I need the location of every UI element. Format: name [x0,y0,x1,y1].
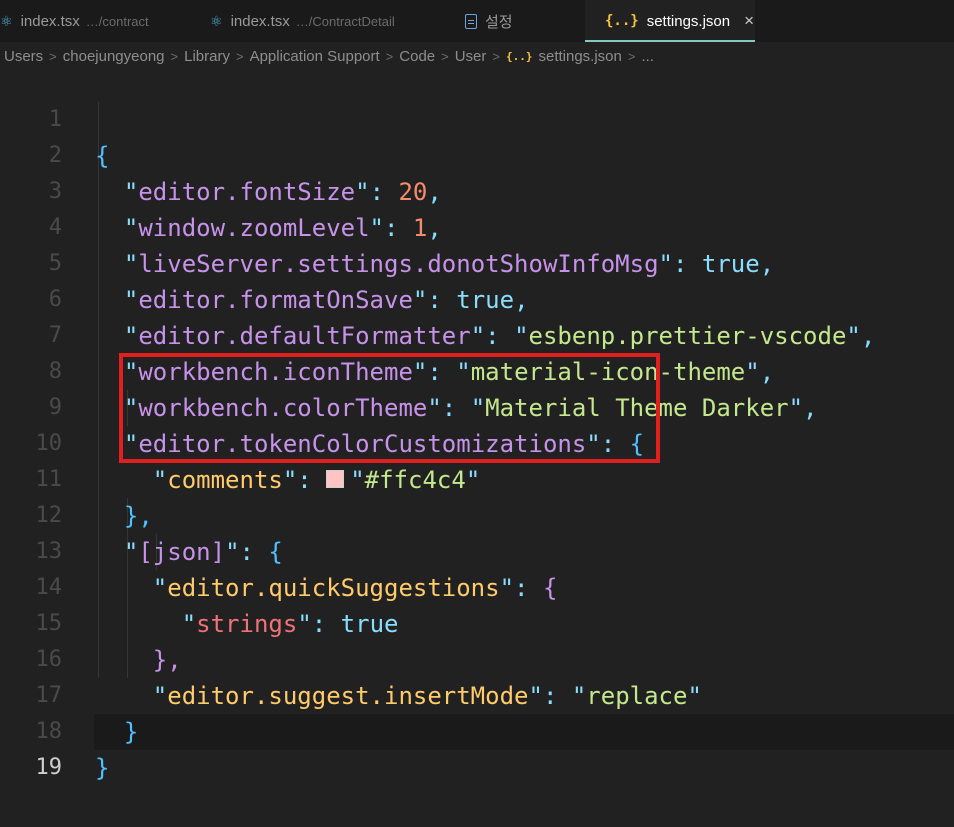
chevron-right-icon: > [170,48,179,64]
tab-label: index.tsx [20,12,80,30]
code-line: 5 "editor.formatOnSave": true, [0,210,954,314]
tab-description: …/contract [85,13,149,29]
breadcrumb-item[interactable]: choejungyeong [63,48,165,65]
tab-settings-ui[interactable]: 설정 [440,0,585,42]
tab-label: settings.json [646,12,731,30]
tab-description: …/ContractDetail [295,13,395,29]
breadcrumb-item[interactable]: User [455,48,487,65]
code-line: 16 "editor.suggest.insertMode": "replace… [0,606,954,710]
json-icon: {..} [605,13,639,29]
tab-index-contract[interactable]: ⚛ index.tsx …/contract [0,0,200,42]
line-number: 19 [35,755,63,780]
code-line: 6 "editor.defaultFormatter": "esbenp.pre… [0,246,954,350]
chevron-right-icon: > [385,48,394,64]
breadcrumb-item[interactable]: Library [184,48,230,65]
breadcrumb-item[interactable]: Application Support [250,48,380,65]
tab-bar: ⚛ index.tsx …/contract ⚛ index.tsx …/Con… [0,0,954,42]
code-line: 13 "editor.quickSuggestions": { [0,498,954,602]
code-text: } [95,754,110,782]
breadcrumb-item[interactable]: Users [4,48,43,65]
code-line: 15 }, [0,570,954,674]
code-line: 19 [0,714,954,780]
annotation-highlight-box [119,353,660,463]
tab-label: 설정 [485,13,513,31]
react-icon: ⚛ [0,12,13,29]
code-line: 7 "workbench.iconTheme": "material-icon-… [0,282,954,386]
code-line: 2 "editor.fontSize": 20, [0,102,954,206]
file-icon [465,13,477,29]
code-editor[interactable]: 1 { 2 "editor.fontSize": 20, 3 "window.z… [0,66,954,827]
breadcrumb-item[interactable]: settings.json [538,48,621,65]
chevron-right-icon: > [49,48,57,64]
code-line: 14 "strings": true [0,534,954,638]
code-line: 17 } [0,642,954,746]
chevron-right-icon: > [492,48,500,64]
code-line: 18 } [0,678,954,782]
tab-settings-json[interactable]: {..} settings.json × [585,0,755,42]
breadcrumb-item[interactable]: ... [641,48,654,65]
code-line: 12 "[json]": { [0,462,954,566]
chevron-right-icon: > [627,48,636,64]
code-line: 1 { [0,66,954,170]
react-icon: ⚛ [210,12,223,29]
chevron-right-icon: > [441,48,449,64]
close-icon[interactable]: × [744,11,754,31]
json-icon: {..} [505,49,533,63]
code-line: 4 "liveServer.settings.donotShowInfoMsg"… [0,174,954,278]
code-line: 8 "workbench.colorTheme": "Material Them… [0,318,954,422]
tab-label: index.tsx [230,12,290,30]
chevron-right-icon: > [235,48,244,64]
breadcrumb-item[interactable]: Code [399,48,435,65]
tab-index-contractdetail[interactable]: ⚛ index.tsx …/ContractDetail [200,0,440,42]
code-line: 3 "window.zoomLevel": 1, [0,138,954,242]
